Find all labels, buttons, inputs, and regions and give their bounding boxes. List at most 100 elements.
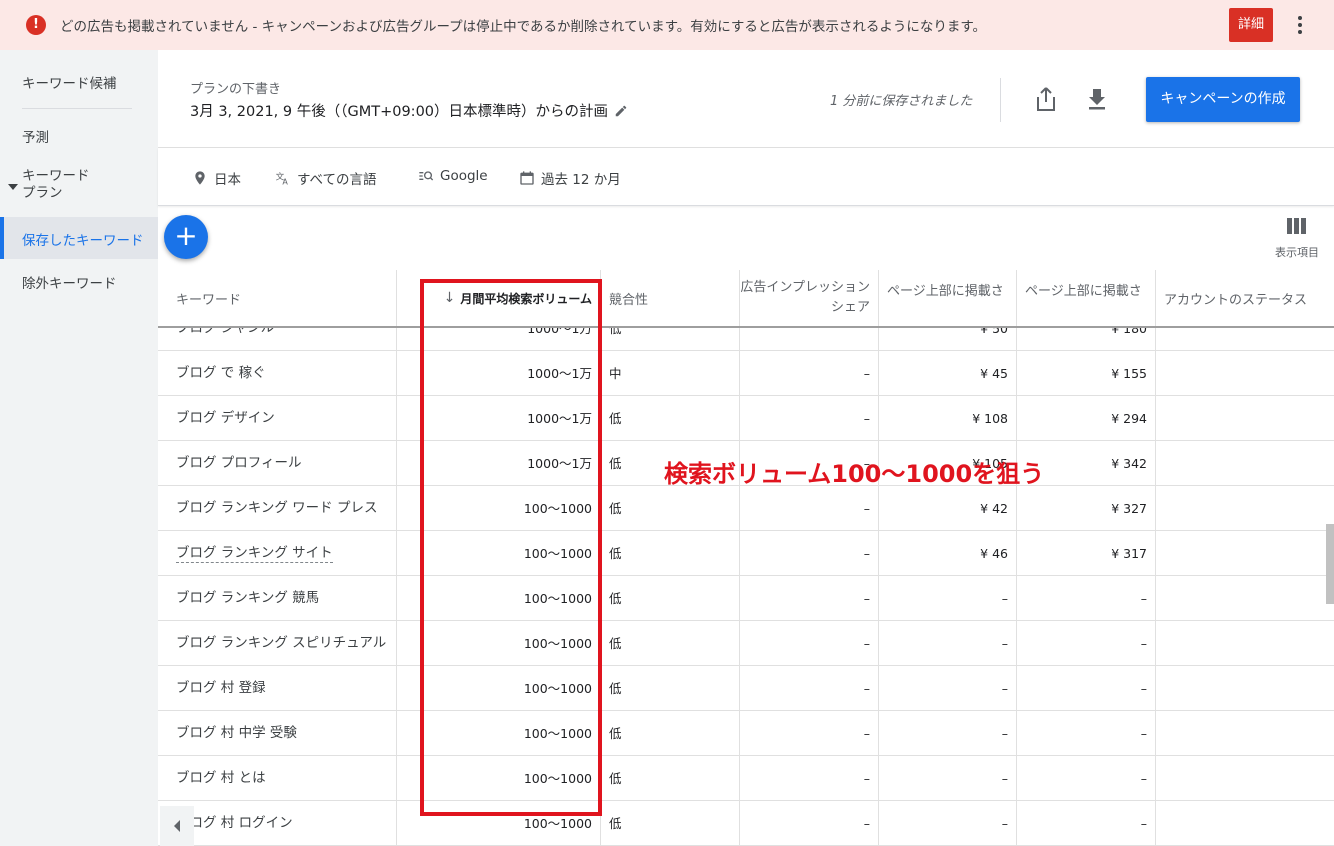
keyword-cell-text[interactable]: ブログ 村 とは: [176, 770, 266, 786]
impression-share-cell-text: –: [863, 816, 870, 831]
keyword-cell: ブログ 村 とは: [158, 756, 397, 801]
keyword-cell-text[interactable]: ブログ ランキング 競馬: [176, 590, 319, 606]
more-vert-icon[interactable]: [1290, 13, 1310, 37]
keyword-cell-text[interactable]: ブログ 村 登録: [176, 680, 266, 696]
share-icon[interactable]: [1034, 86, 1058, 112]
keyword-cell-text[interactable]: ブログ ジャンル: [176, 328, 274, 336]
edit-icon[interactable]: [614, 104, 628, 118]
competition-cell: 中: [601, 351, 740, 396]
keyword-cell-text[interactable]: ブログ ランキング スピリチュアル: [176, 635, 386, 651]
plan-header: プランの下書き 3月 3, 2021, 9 午後（（GMT+09:00）日本標準…: [158, 50, 1334, 148]
scroll-left-button[interactable]: [160, 806, 194, 846]
keyword-cell-text[interactable]: ブログ ランキング サイト: [176, 544, 333, 563]
table-row[interactable]: ブログ ジャンル 1000～1万 低 ¥ 50 ¥ 180: [158, 328, 1334, 351]
keyword-cell: ブログ ランキング スピリチュアル: [158, 621, 397, 666]
filter-bar: 日本 文A すべての言語 Google 過去 12 か月: [158, 148, 1334, 206]
table-row[interactable]: ブログ 村 中学 受験 100～1000 低 – – –: [158, 711, 1334, 756]
sidebar-item-saved-keywords[interactable]: 保存したキーワード: [0, 217, 158, 259]
sidebar: キーワード候補 予測 キーワード プラン 保存したキーワード 除外キーワード: [0, 50, 158, 846]
competition-cell-text: 低: [609, 771, 622, 786]
table-row[interactable]: ブログ 村 とは 100～1000 低 – – –: [158, 756, 1334, 801]
volume-cell-text: 100～1000: [523, 681, 592, 696]
table-row[interactable]: ブログ デザイン 1000～1万 低 – ¥ 108 ¥ 294: [158, 396, 1334, 441]
column-header-keyword[interactable]: キーワード: [158, 270, 397, 326]
table-row[interactable]: ブログ 村 登録 100～1000 低 – – –: [158, 666, 1334, 711]
competition-cell-text: 低: [609, 546, 622, 561]
status-cell: [1156, 711, 1334, 756]
table-row[interactable]: ブログ ランキング サイト 100～1000 低 – ¥ 46 ¥ 317: [158, 531, 1334, 576]
arrow-down-icon: ↓: [443, 290, 456, 306]
column-header-top-bid-high[interactable]: ページ上部に掲載さ: [1017, 270, 1156, 326]
vertical-scrollbar[interactable]: [1326, 524, 1334, 604]
top-bid-high-cell-text: ¥ 294: [1111, 411, 1147, 426]
keyword-cell: ブログ プロフィール: [158, 441, 397, 486]
caret-down-icon[interactable]: [8, 184, 18, 190]
sidebar-item-keyword-ideas[interactable]: キーワード候補: [22, 72, 117, 92]
table-row[interactable]: ブログ で 稼ぐ 1000～1万 中 – ¥ 45 ¥ 155: [158, 351, 1334, 396]
sidebar-item-negative-keywords[interactable]: 除外キーワード: [22, 272, 117, 292]
top-bid-low-cell: ¥ 108: [879, 396, 1017, 441]
details-button[interactable]: 詳細: [1229, 8, 1273, 42]
keyword-cell-text[interactable]: ブログ で 稼ぐ: [176, 365, 266, 381]
create-campaign-button[interactable]: キャンペーンの作成: [1146, 77, 1300, 122]
top-bid-high-cell-text: –: [1140, 591, 1147, 606]
top-bid-low-cell: ¥ 45: [879, 351, 1017, 396]
keyword-cell-text[interactable]: ブログ ランキング ワード プレス: [176, 500, 377, 516]
language-filter[interactable]: 文A すべての言語: [275, 168, 377, 188]
network-filter[interactable]: Google: [418, 168, 488, 184]
table-row[interactable]: ブログ 村 ログイン 100～1000 低 – – –: [158, 801, 1334, 846]
competition-cell: 低: [601, 396, 740, 441]
keyword-cell: ブログ ジャンル: [158, 328, 397, 351]
column-header-volume[interactable]: ↓ 月間平均検索ボリューム: [397, 270, 601, 326]
keyword-cell-text[interactable]: ブログ 村 中学 受験: [176, 725, 297, 741]
top-bid-low-cell-text: –: [1001, 726, 1008, 741]
top-bid-high-cell-text: ¥ 327: [1111, 501, 1147, 516]
status-cell: [1156, 396, 1334, 441]
columns-button[interactable]: 表示項目: [1272, 218, 1322, 260]
top-bid-low-cell-text: –: [1001, 771, 1008, 786]
top-bid-low-cell-text: ¥ 108: [972, 411, 1008, 426]
status-cell: [1156, 441, 1334, 486]
impression-share-cell: –: [740, 576, 879, 621]
volume-cell: 100～1000: [397, 711, 601, 756]
location-filter[interactable]: 日本: [192, 168, 241, 188]
column-header-impression-share[interactable]: 広告インプレッション シェア: [740, 270, 879, 326]
saved-status: 1 分前に保存されました: [830, 94, 973, 109]
sidebar-item-forecast[interactable]: 予測: [22, 126, 49, 146]
impression-share-cell: –: [740, 621, 879, 666]
volume-cell: 1000～1万: [397, 441, 601, 486]
column-header-top-bid-low[interactable]: ページ上部に掲載さ: [879, 270, 1017, 326]
impression-share-cell-text: –: [863, 411, 870, 426]
top-bid-low-cell: –: [879, 621, 1017, 666]
table-row[interactable]: ブログ ランキング スピリチュアル 100～1000 低 – – –: [158, 621, 1334, 666]
competition-cell: 低: [601, 328, 740, 351]
calendar-icon: [520, 171, 534, 185]
competition-cell: 低: [601, 621, 740, 666]
date-range-filter[interactable]: 過去 12 か月: [519, 168, 621, 188]
competition-cell-text: 低: [609, 591, 622, 606]
volume-cell-text: 100～1000: [523, 816, 592, 831]
table-row[interactable]: ブログ ランキング 競馬 100～1000 低 – – –: [158, 576, 1334, 621]
impression-share-cell-text: –: [863, 771, 870, 786]
keyword-cell-text[interactable]: ブログ プロフィール: [176, 455, 302, 471]
impression-share-cell-text: –: [863, 546, 870, 561]
top-bid-high-cell: –: [1017, 666, 1156, 711]
volume-cell-text: 1000～1万: [527, 456, 592, 471]
sidebar-item-keyword-plan[interactable]: キーワード プラン: [22, 168, 90, 202]
competition-cell-text: 低: [609, 816, 622, 831]
impression-share-cell-text: –: [863, 726, 870, 741]
keyword-cell-text[interactable]: ブログ デザイン: [176, 410, 275, 426]
alert-banner: ! どの広告も掲載されていません - キャンペーンおよび広告グループは停止中であ…: [0, 0, 1334, 50]
volume-cell-text: 1000～1万: [527, 411, 592, 426]
table-row[interactable]: ブログ ランキング ワード プレス 100～1000 低 – ¥ 42 ¥ 327: [158, 486, 1334, 531]
column-header-competition[interactable]: 競合性: [601, 270, 740, 326]
impression-share-cell: –: [740, 396, 879, 441]
download-icon[interactable]: [1085, 86, 1109, 112]
top-bid-high-cell-text: ¥ 342: [1111, 456, 1147, 471]
plan-subtitle: プランの下書き: [190, 82, 282, 97]
top-bid-low-cell-text: ¥ 42: [980, 501, 1008, 516]
add-keyword-button[interactable]: +: [164, 215, 208, 259]
column-header-account-status[interactable]: アカウントのステータス: [1156, 270, 1334, 326]
status-cell: [1156, 666, 1334, 711]
impression-share-cell: –: [740, 666, 879, 711]
